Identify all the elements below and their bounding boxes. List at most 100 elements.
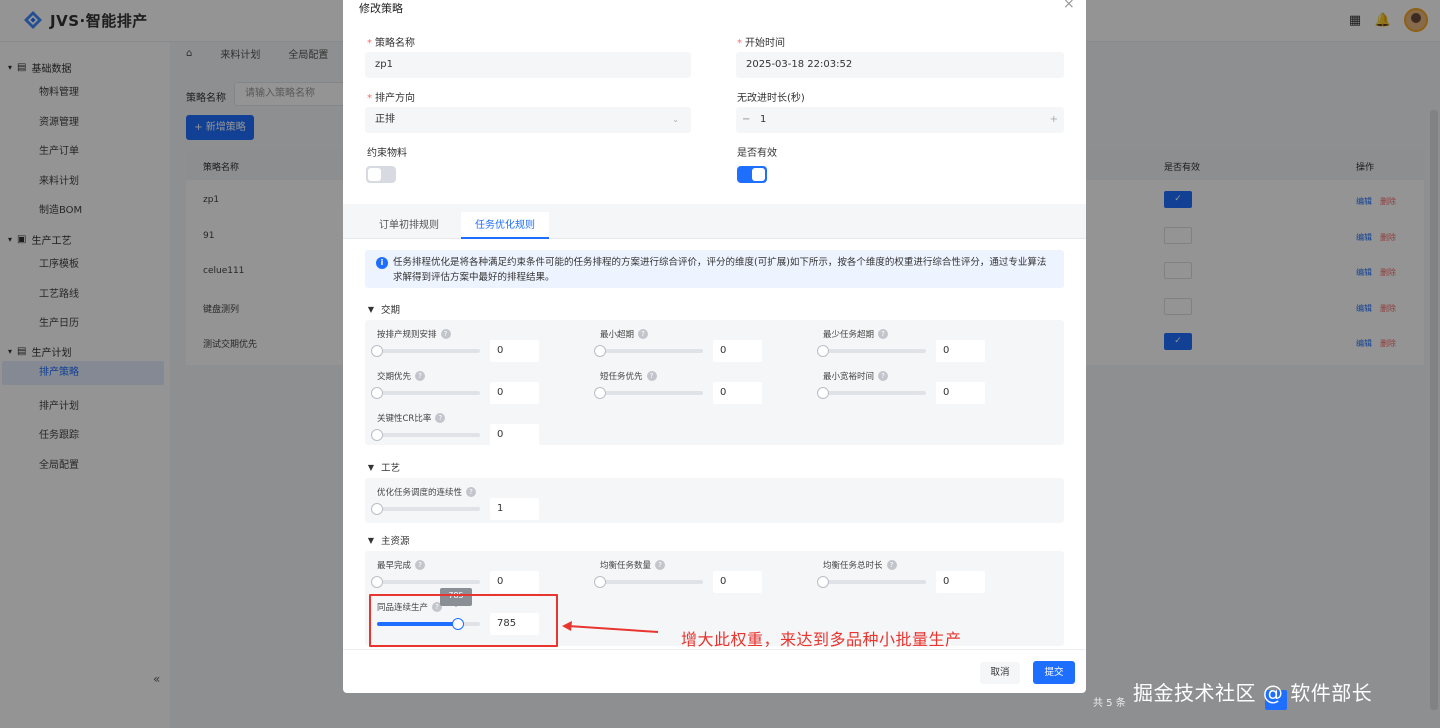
plus-icon[interactable]: +: [1050, 107, 1058, 133]
weight-input[interactable]: 0: [713, 340, 762, 362]
constraint-material-toggle[interactable]: [366, 166, 396, 183]
start-time-input[interactable]: 2025-03-18 22:03:52: [736, 52, 1064, 78]
slider-handle[interactable]: [594, 576, 606, 588]
weight-label-text: 均衡任务数量: [600, 561, 652, 571]
weight-label-text: 最少任务超期: [823, 330, 875, 340]
help-icon[interactable]: ?: [655, 560, 666, 570]
weight-label-text: 短任务优先: [600, 372, 643, 382]
slider-handle[interactable]: [594, 387, 606, 399]
direction-select[interactable]: 正排 ⌄: [365, 107, 691, 133]
annotation-arrow-icon: [562, 621, 659, 633]
weight-label-text: 交期优先: [377, 372, 412, 382]
weight-slider[interactable]: [594, 576, 703, 588]
weight-slider[interactable]: [594, 387, 703, 399]
close-icon[interactable]: ×: [1063, 0, 1075, 12]
is-valid-label: 是否有效: [737, 148, 777, 159]
weight-input[interactable]: 0: [490, 571, 539, 593]
tab-task-optimization-rules[interactable]: 任务优化规则: [461, 212, 549, 239]
weight-input[interactable]: 0: [936, 382, 985, 404]
weight-label-text: 按排产规则安排: [377, 330, 437, 340]
cancel-button[interactable]: 取消: [980, 662, 1020, 684]
help-icon[interactable]: ?: [886, 560, 897, 570]
slider-handle[interactable]: [817, 345, 829, 357]
weight-input[interactable]: 0: [713, 382, 762, 404]
weight-input[interactable]: 0: [936, 571, 985, 593]
weight-slider[interactable]: [817, 387, 926, 399]
section-title: 交期: [381, 305, 401, 316]
edit-strategy-dialog: 修改策略 × * 策略名称 zp1 * 开始时间 2025-03-18 22:03:…: [343, 0, 1086, 693]
section-header[interactable]: ▼ 交期: [367, 302, 401, 317]
weight-slider[interactable]: [371, 429, 480, 441]
slider-handle[interactable]: [371, 345, 383, 357]
slider-handle[interactable]: [371, 387, 383, 399]
weight-slider[interactable]: [371, 576, 480, 588]
weight-label-text: 最早完成: [377, 561, 412, 571]
weight-label: 均衡任务数量?: [600, 559, 666, 571]
weight-label: 最早完成?: [377, 559, 426, 571]
slider-handle[interactable]: [817, 387, 829, 399]
help-icon[interactable]: ?: [878, 329, 889, 339]
weight-slider[interactable]: [817, 576, 926, 588]
minus-icon[interactable]: −: [742, 107, 750, 133]
submit-button[interactable]: 提交: [1033, 661, 1075, 684]
weight-slider[interactable]: [371, 345, 480, 357]
tab-order-initial-rules[interactable]: 订单初排规则: [365, 212, 453, 239]
slider-handle[interactable]: [371, 429, 383, 441]
weight-input[interactable]: 0: [713, 571, 762, 593]
weight-label-text: 最小宽裕时间: [823, 372, 875, 382]
dialog-title: 修改策略: [359, 2, 403, 15]
weight-label: 关键性CR比率?: [377, 412, 446, 424]
weight-label: 最小超期?: [600, 328, 649, 340]
annotation-text: 增大此权重，来达到多品种小批量生产: [681, 630, 962, 649]
collapse-triangle-icon: ▼: [367, 304, 375, 314]
strategy-name-input[interactable]: zp1: [365, 52, 691, 78]
weight-label: 按排产规则安排?: [377, 328, 451, 340]
no-improve-label: 无改进时长(秒): [737, 93, 805, 104]
weight-slider[interactable]: [371, 387, 480, 399]
weight-slider[interactable]: [817, 345, 926, 357]
weight-input[interactable]: 0: [490, 382, 539, 404]
weight-input[interactable]: 0: [490, 340, 539, 362]
info-alert: 任务排程优化是将各种满足约束条件可能的任务排程的方案进行综合评价，评分的维度(可…: [365, 250, 1064, 288]
highlight-box: [369, 594, 558, 647]
help-icon[interactable]: ?: [440, 329, 451, 339]
weight-label: 均衡任务总时长?: [823, 559, 897, 571]
weight-slider[interactable]: [371, 503, 480, 515]
help-icon[interactable]: ?: [878, 371, 889, 381]
slider-handle[interactable]: [371, 503, 383, 515]
slider-handle[interactable]: [371, 576, 383, 588]
help-icon[interactable]: ?: [435, 413, 446, 423]
watermark: 掘金技术社区 @ 软件部长: [1133, 681, 1373, 705]
weight-input[interactable]: 0: [490, 424, 539, 446]
is-valid-toggle[interactable]: [737, 166, 767, 183]
help-icon[interactable]: ?: [638, 329, 649, 339]
info-icon: i: [376, 257, 388, 269]
strategy-name-label: * 策略名称: [367, 38, 415, 49]
weight-label: 最少任务超期?: [823, 328, 889, 340]
total-count: 共 5 条: [1093, 698, 1126, 709]
weight-slider[interactable]: [594, 345, 703, 357]
start-time-label: * 开始时间: [737, 38, 785, 49]
section-header[interactable]: ▼ 工艺: [367, 460, 400, 475]
help-icon[interactable]: ?: [466, 487, 477, 497]
info-text: 任务排程优化是将各种满足约束条件可能的任务排程的方案进行综合评价，评分的维度(可…: [393, 257, 1047, 283]
weight-label: 最小宽裕时间?: [823, 370, 889, 382]
weight-label-text: 关键性CR比率: [377, 414, 432, 424]
weight-label: 短任务优先?: [600, 370, 657, 382]
section-title: 主资源: [381, 536, 410, 547]
no-improve-stepper[interactable]: − 1 +: [736, 107, 1064, 133]
weight-input[interactable]: 1: [490, 498, 539, 520]
help-icon[interactable]: ?: [415, 371, 426, 381]
slider-handle[interactable]: [594, 345, 606, 357]
direction-label: * 排产方向: [367, 93, 415, 104]
help-icon[interactable]: ?: [415, 560, 426, 570]
rule-tabs: [343, 204, 1086, 239]
help-icon[interactable]: ?: [646, 371, 657, 381]
section-panel: [365, 478, 1064, 523]
section-header[interactable]: ▼ 主资源: [367, 533, 410, 548]
weight-input[interactable]: 0: [936, 340, 985, 362]
slider-handle[interactable]: [817, 576, 829, 588]
no-improve-value: 1: [760, 114, 767, 125]
weight-label-text: 均衡任务总时长: [823, 561, 883, 571]
weight-label: 交期优先?: [377, 370, 426, 382]
